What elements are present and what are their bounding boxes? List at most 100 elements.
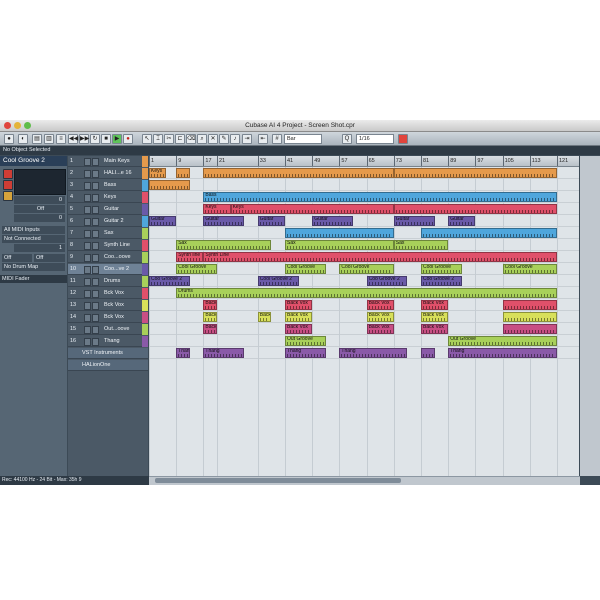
track-mute-button[interactable] <box>84 170 91 178</box>
midi-part[interactable]: Cool Groove <box>339 264 394 274</box>
track-row[interactable]: 12 Bck Vox <box>68 288 148 299</box>
color-tool[interactable] <box>398 134 408 144</box>
track-mute-button[interactable] <box>84 206 91 214</box>
midi-part[interactable]: Coo Groove 2 <box>366 276 408 286</box>
midi-part[interactable] <box>149 180 190 190</box>
track-row[interactable]: 4 Keys <box>68 192 148 203</box>
track-row[interactable]: 11 Drums <box>68 276 148 287</box>
track-solo-button[interactable] <box>92 266 99 274</box>
track-solo-button[interactable] <box>92 278 99 286</box>
track-solo-button[interactable] <box>92 158 99 166</box>
vertical-scrollbar[interactable] <box>580 156 600 476</box>
midi-output-select[interactable]: Not Connected <box>2 235 65 243</box>
track-mute-button[interactable] <box>84 182 91 190</box>
midi-part[interactable] <box>176 168 190 178</box>
track-row[interactable]: 14 Bck Vox <box>68 312 148 323</box>
track-solo-button[interactable] <box>92 170 99 178</box>
track-mute-button[interactable] <box>84 266 91 274</box>
bar-ruler[interactable]: 1 9 17 21 33 41 49 57 65 73 81 89 97 105 113 121 <box>149 156 579 167</box>
midi-part[interactable]: Drums <box>176 288 557 298</box>
arrangement-area[interactable]: Keys Bass Keys Keys Guitar Guitar Guitar Guitar… <box>149 167 579 476</box>
midi-part[interactable]: Bass <box>203 192 557 202</box>
folder-track-row[interactable]: VST Instruments <box>68 348 148 359</box>
midi-part[interactable]: Guitar <box>257 216 285 226</box>
object-select-tool[interactable]: ↖ <box>142 134 152 144</box>
midi-part[interactable]: Out Groove <box>285 336 326 346</box>
midi-part[interactable]: Coo Groove 2 <box>421 276 462 286</box>
midi-part[interactable]: Thang <box>339 348 408 358</box>
midi-part[interactable]: Guitar <box>203 216 245 226</box>
midi-part[interactable]: Sax <box>176 240 272 250</box>
midi-part[interactable]: Synth Line <box>203 252 557 262</box>
midi-part[interactable]: Back Vox <box>421 300 449 310</box>
snap-button[interactable]: ⇥ <box>242 134 252 144</box>
track-solo-button[interactable] <box>92 194 99 202</box>
track-row[interactable]: 8 Synth Line <box>68 240 148 251</box>
track-row[interactable]: 1 Main Keys <box>68 156 148 167</box>
track-solo-button[interactable] <box>92 338 99 346</box>
track-row[interactable]: 16 Thang <box>68 336 148 347</box>
midi-part[interactable] <box>393 204 557 214</box>
grid-select[interactable]: 1/16 <box>356 134 394 144</box>
midi-fader-section[interactable]: MIDI Fader <box>0 275 67 283</box>
track-mute-button[interactable] <box>84 242 91 250</box>
cycle-button[interactable]: ↻ <box>90 134 100 144</box>
midi-part[interactable]: Back Vox <box>203 312 217 322</box>
midi-part[interactable]: Thang <box>203 348 245 358</box>
midi-input-select[interactable]: All MIDI Inputs <box>2 226 65 234</box>
track-row[interactable]: 10 Coo...ve 2 <box>68 264 148 275</box>
quantize-presets-button[interactable]: Q <box>342 134 352 144</box>
transpose-value[interactable]: 0 <box>14 214 65 222</box>
monitor-button[interactable] <box>3 191 13 201</box>
midi-part[interactable]: Back Vox <box>421 324 449 334</box>
track-mute-button[interactable] <box>84 278 91 286</box>
track-row[interactable]: 6 Guitar 2 <box>68 216 148 227</box>
midi-part[interactable]: Back Vox <box>257 312 272 322</box>
track-solo-button[interactable] <box>92 182 99 190</box>
midi-part[interactable] <box>502 300 557 310</box>
midi-part[interactable]: Back Vox <box>366 324 394 334</box>
track-row[interactable]: 7 Sax <box>68 228 148 239</box>
midi-part[interactable]: Thang <box>285 348 326 358</box>
midi-part[interactable]: Guitar <box>393 216 435 226</box>
midi-part[interactable]: Sax <box>393 240 449 250</box>
horizontal-scrollbar[interactable] <box>149 476 580 485</box>
inspector-track-title[interactable]: Cool Groove 2 <box>0 156 67 166</box>
glue-tool[interactable]: ⊏ <box>175 134 185 144</box>
midi-part[interactable]: Guitar <box>149 216 177 226</box>
constrain-delay-button[interactable]: ◐ <box>18 134 28 144</box>
midi-part[interactable]: Keys <box>203 204 231 214</box>
activate-project-button[interactable]: ● <box>4 134 14 144</box>
midi-part[interactable]: Cool Groove <box>285 264 326 274</box>
edit-mode-button[interactable]: ▤ <box>32 134 42 144</box>
midi-part[interactable]: Cool Groove <box>502 264 557 274</box>
midi-part[interactable]: Thang <box>176 348 190 358</box>
midi-part[interactable]: Back Vox <box>366 300 394 310</box>
midi-part[interactable]: Keys <box>230 204 394 214</box>
midi-part[interactable]: Guitar <box>312 216 353 226</box>
grid-type-button[interactable]: # <box>272 134 282 144</box>
midi-part[interactable]: Back Vox <box>203 300 217 310</box>
track-mute-button[interactable] <box>84 194 91 202</box>
volume-value[interactable]: 0 <box>14 196 65 204</box>
track-row[interactable]: 5 Guitar <box>68 204 148 215</box>
record-enable-button[interactable] <box>3 180 13 190</box>
track-solo-button[interactable] <box>92 230 99 238</box>
quantize-select[interactable]: Bar <box>284 134 322 144</box>
track-row[interactable]: 9 Coo...oove <box>68 252 148 263</box>
midi-part[interactable]: Back Vox <box>285 324 313 334</box>
erase-tool[interactable]: ⌫ <box>186 134 196 144</box>
split-tool[interactable]: ✂ <box>164 134 174 144</box>
mute-button[interactable] <box>3 169 13 179</box>
midi-part[interactable]: Out Groove <box>448 336 557 346</box>
midi-part[interactable]: Cool Groove <box>421 264 462 274</box>
track-mute-button[interactable] <box>84 254 91 262</box>
midi-part[interactable] <box>421 228 557 238</box>
play-tool[interactable]: ♪ <box>230 134 240 144</box>
track-row[interactable]: 13 Bck Vox <box>68 300 148 311</box>
track-mute-button[interactable] <box>84 230 91 238</box>
midi-part[interactable]: Back Vox <box>421 312 449 322</box>
midi-part[interactable]: Back Vox <box>285 312 313 322</box>
midi-part[interactable]: Thang <box>448 348 557 358</box>
track-mute-button[interactable] <box>84 302 91 310</box>
